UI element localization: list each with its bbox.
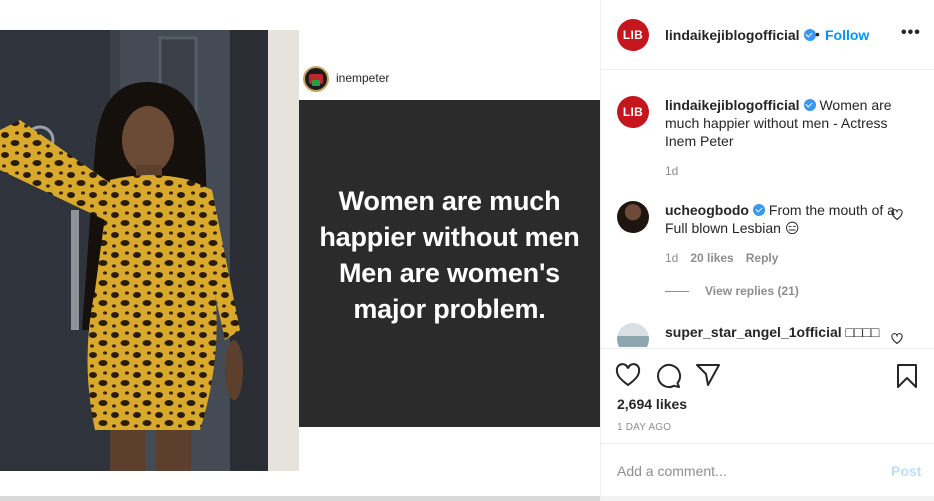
post-actions: 2,694 likes 1 DAY AGO (601, 348, 934, 443)
view-replies-button[interactable]: View replies (21) (665, 284, 799, 298)
post-media[interactable]: inempeter Women are much happier without… (0, 0, 600, 501)
quote-line: happier without men (319, 221, 580, 252)
comment-meta: 1d 20 likes Reply (665, 251, 778, 265)
comment-username[interactable]: super_star_angel_1official (665, 324, 842, 340)
comment-time[interactable]: 1d (665, 251, 678, 265)
share-paper-plane-icon[interactable] (695, 363, 721, 392)
quote-card: Women are much happier without men Men a… (299, 100, 600, 427)
actress-photo (0, 30, 299, 471)
replies-divider (665, 290, 689, 292)
post-comment-button[interactable]: Post (891, 463, 921, 479)
comment-bubble-icon[interactable] (655, 363, 682, 394)
author-username-text: lindaikejiblogofficial (665, 27, 800, 43)
caption-username[interactable]: lindaikejiblogofficial (665, 97, 800, 113)
media-bottom-strip (0, 496, 600, 501)
reply-button[interactable]: Reply (746, 251, 779, 265)
verified-badge-icon (803, 99, 816, 111)
comment-text: ucheogbodo From the mouth of a Full blow… (665, 201, 895, 237)
comment-username[interactable]: ucheogbodo (665, 202, 749, 218)
sidebar-bottom-strip (601, 496, 934, 501)
comment-like-heart-icon[interactable] (891, 208, 903, 226)
verified-badge-icon (803, 29, 816, 41)
add-comment-bar: Post (601, 443, 934, 496)
caption-time[interactable]: 1d (665, 164, 678, 178)
quote-text: Women are much happier without men Men a… (299, 183, 600, 327)
verified-badge-icon (753, 204, 765, 216)
header-separator: • (815, 26, 820, 42)
comments-section[interactable]: LIB lindaikejiblogofficial Women are muc… (601, 71, 934, 347)
comment-text: super_star_angel_1official □□□□ (665, 323, 895, 341)
caption-avatar[interactable]: LIB (617, 96, 649, 128)
more-options-icon[interactable]: ••• (901, 24, 921, 42)
quote-avatar (303, 66, 329, 92)
view-replies-text: View replies (21) (705, 284, 799, 298)
post-sidebar: LIB lindaikejiblogofficial • Follow ••• … (600, 0, 934, 501)
comment-input[interactable] (617, 461, 877, 481)
comment-avatar[interactable] (617, 323, 649, 347)
author-avatar[interactable]: LIB (617, 19, 649, 51)
comment-like-heart-icon[interactable] (891, 332, 903, 347)
quote-line: Women are much (338, 185, 561, 216)
quote-line: major problem. (353, 293, 546, 324)
follow-button[interactable]: Follow (825, 27, 869, 43)
caption-logo-text: LIB (622, 105, 644, 119)
author-logo-text: LIB (622, 28, 644, 42)
comment-likes[interactable]: 20 likes (690, 251, 733, 265)
comment-body: □□□□ (845, 324, 880, 340)
post-header: LIB lindaikejiblogofficial • Follow ••• (601, 0, 934, 70)
author-username[interactable]: lindaikejiblogofficial (665, 27, 816, 43)
save-bookmark-icon[interactable] (895, 363, 919, 394)
comment-avatar[interactable] (617, 201, 649, 233)
quote-username: inempeter (336, 71, 390, 85)
likes-count[interactable]: 2,694 likes (617, 396, 687, 412)
like-heart-icon[interactable] (615, 363, 641, 392)
post-date[interactable]: 1 DAY AGO (617, 422, 671, 433)
quote-line: Men are women's (339, 257, 560, 288)
post-caption: lindaikejiblogofficial Women are much ha… (665, 96, 905, 150)
